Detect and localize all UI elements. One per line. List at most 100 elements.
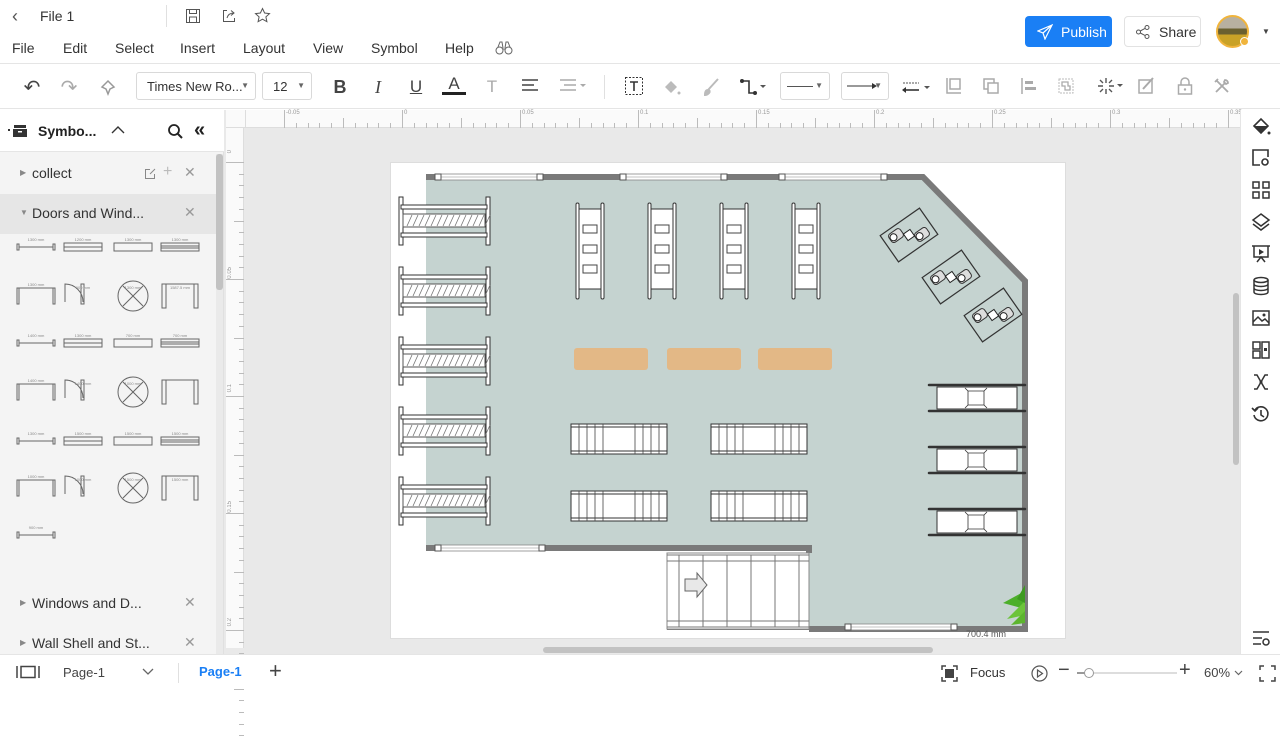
symbol-unequal-double-door[interactable]: 1400 mm	[63, 374, 103, 410]
symbol-double-swing-door[interactable]: 1400 mm	[16, 374, 56, 410]
menu-select[interactable]: Select	[115, 40, 154, 56]
file-name[interactable]: File 1	[40, 8, 74, 24]
magic-icon[interactable]	[1096, 76, 1124, 96]
align-objects-icon[interactable]	[1020, 77, 1038, 95]
line-style-select[interactable]: ▼	[780, 72, 830, 100]
symbol-swing-door[interactable]: 700 mm	[113, 326, 153, 362]
layers-icon[interactable]	[1251, 212, 1271, 232]
close-icon[interactable]: ✕	[184, 634, 196, 651]
menu-symbol[interactable]: Symbol	[371, 40, 418, 56]
lock-icon[interactable]	[1176, 76, 1194, 96]
save-icon[interactable]	[185, 8, 201, 24]
export-icon[interactable]	[221, 8, 237, 24]
undo-icon[interactable]: ↶	[20, 75, 44, 99]
entrance-steps[interactable]	[666, 552, 810, 630]
text-box-icon[interactable]	[624, 76, 644, 96]
format-painter-icon[interactable]	[99, 78, 117, 96]
library-doors-and-windows[interactable]: ▼ Doors and Wind... ✕	[0, 194, 216, 234]
symbol-single-door[interactable]: 1300 mm	[16, 230, 56, 266]
sidebar-scrollbar-thumb[interactable]	[216, 154, 223, 290]
symbol-double-slide[interactable]: 1500 mm	[113, 424, 153, 460]
symbol-bypass-door[interactable]: 1500 mm	[113, 470, 153, 506]
fill-icon[interactable]	[662, 77, 682, 97]
line-direction-icon[interactable]	[899, 78, 931, 96]
page-settings-icon[interactable]	[1251, 148, 1271, 168]
vertical-scrollbar[interactable]	[1232, 128, 1240, 646]
add-icon[interactable]: +	[163, 163, 172, 181]
fullscreen-icon[interactable]	[1259, 665, 1276, 682]
zoom-level[interactable]: 60%	[1204, 665, 1230, 680]
menu-file[interactable]: File	[12, 40, 35, 56]
floor-plan-icon[interactable]	[1251, 340, 1271, 360]
add-page-icon[interactable]: +	[269, 658, 282, 684]
database-icon[interactable]	[1251, 276, 1271, 296]
font-size-select[interactable]: 12 ▼	[262, 72, 312, 100]
drawing-page[interactable]: 700.4 mm	[390, 162, 1066, 639]
chevron-down-icon[interactable]	[1234, 670, 1243, 676]
library-collect[interactable]: ▶ collect + ✕	[0, 154, 216, 194]
history-icon[interactable]	[1251, 404, 1271, 424]
symbol-folding-door[interactable]: 1000 mm	[16, 470, 56, 506]
symbol-garage-door[interactable]: 1500 mm	[160, 470, 200, 506]
zoom-slider[interactable]	[1077, 668, 1177, 678]
symbol-offset-door[interactable]: 1000 mm	[113, 374, 153, 410]
symbol-open-wall[interactable]: 1300 mm	[63, 326, 103, 362]
symbol-half-round-door[interactable]: 700 mm	[160, 326, 200, 362]
symbol-window-single[interactable]: 1300 mm	[113, 230, 153, 266]
connector-icon[interactable]	[739, 77, 769, 97]
page-selector[interactable]: Page-1	[63, 665, 105, 680]
symbol-sliding-door[interactable]: 900 mm	[63, 278, 103, 314]
symbol-revolving-door[interactable]	[160, 374, 200, 410]
send-back-icon[interactable]	[982, 77, 1000, 95]
page-panel-icon[interactable]	[16, 665, 40, 679]
symbol-pocket-door[interactable]: 1300 mm	[113, 278, 153, 314]
focus-label[interactable]: Focus	[970, 665, 1005, 680]
symbol-double-folding[interactable]: 1000 mm	[63, 470, 103, 506]
tab-page-1[interactable]: Page-1	[199, 664, 242, 679]
fill-panel-icon[interactable]	[1251, 116, 1271, 136]
binoculars-icon[interactable]	[495, 40, 513, 56]
menu-view[interactable]: View	[313, 40, 343, 56]
underline-icon[interactable]: U	[404, 75, 428, 99]
menu-insert[interactable]: Insert	[180, 40, 215, 56]
symbol-opening[interactable]: 1300 mm	[16, 278, 56, 314]
focus-icon[interactable]	[941, 665, 958, 682]
horizontal-scrollbar-thumb[interactable]	[543, 647, 933, 653]
align-icon[interactable]	[520, 77, 540, 93]
symbol-window-double[interactable]: 1200 mm	[63, 230, 103, 266]
edit-shape-icon[interactable]	[1137, 77, 1155, 95]
menu-help[interactable]: Help	[445, 40, 474, 56]
symbol-frame-door[interactable]: 1587.5 mm	[160, 278, 200, 314]
edit-icon[interactable]	[144, 168, 156, 180]
arrow-style-select[interactable]: ▼	[841, 72, 889, 100]
sidebar-scrollbar-track[interactable]	[216, 154, 223, 654]
tools-icon[interactable]	[1213, 77, 1231, 95]
grid-icon[interactable]	[1251, 180, 1271, 200]
chevron-down-icon[interactable]	[142, 668, 154, 676]
collapse-sidebar-icon[interactable]: «	[194, 119, 205, 142]
brush-icon[interactable]	[701, 77, 721, 97]
text-style-icon[interactable]: T	[480, 75, 504, 99]
font-color-icon[interactable]: A	[442, 74, 466, 95]
group-icon[interactable]	[1057, 77, 1075, 95]
bold-icon[interactable]: B	[328, 75, 352, 99]
mind-map-icon[interactable]	[1251, 372, 1271, 392]
star-icon[interactable]	[254, 7, 271, 24]
library-windows-and-doors[interactable]: ▶ Windows and D... ✕	[0, 584, 216, 624]
image-icon[interactable]	[1251, 308, 1271, 328]
close-icon[interactable]: ✕	[184, 594, 196, 611]
menu-layout[interactable]: Layout	[243, 40, 285, 56]
zoom-out-icon[interactable]: −	[1058, 659, 1070, 682]
play-icon[interactable]	[1031, 665, 1048, 682]
line-spacing-icon[interactable]	[558, 77, 586, 93]
search-icon[interactable]	[167, 123, 183, 139]
symbol-sliding-panel[interactable]: 1500 mm	[160, 424, 200, 460]
horizontal-scrollbar[interactable]	[246, 646, 1232, 654]
close-icon[interactable]: ✕	[184, 204, 196, 221]
presentation-icon[interactable]	[1251, 244, 1271, 264]
symbol-window-triple[interactable]: 1300 mm	[160, 230, 200, 266]
back-icon[interactable]: ‹	[12, 6, 18, 27]
close-icon[interactable]: ✕	[184, 164, 196, 181]
symbol-slide-window[interactable]: 1500 mm	[63, 424, 103, 460]
font-family-select[interactable]: Times New Ro... ▼	[136, 72, 256, 100]
